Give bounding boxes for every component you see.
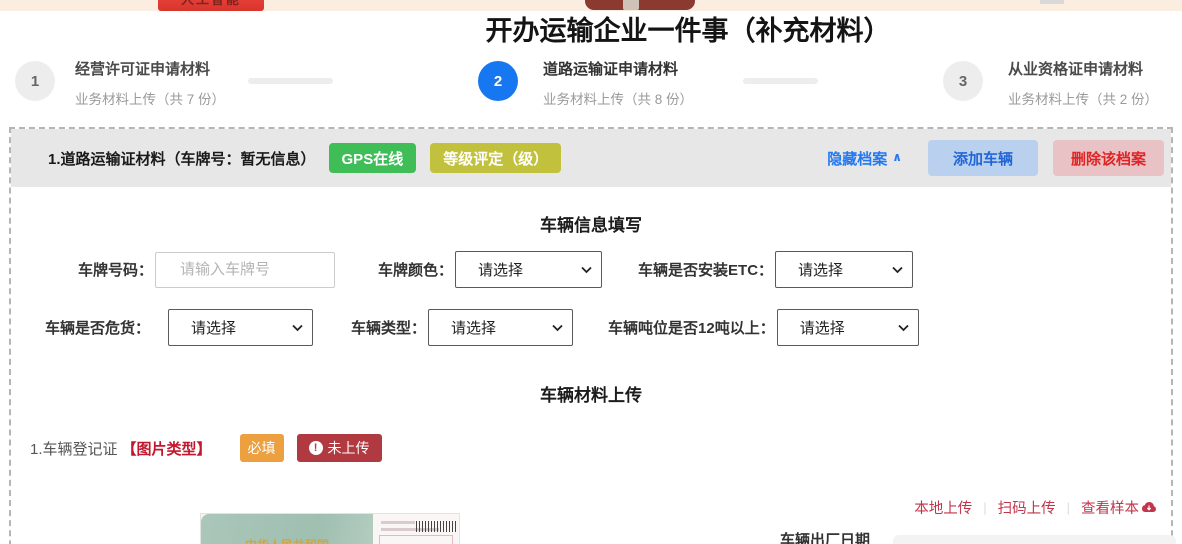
step-1-subtitle: 业务材料上传（共 7 份） <box>75 92 226 107</box>
certificate-cover: 中华人民共和国 <box>201 514 373 544</box>
step-2-subtitle: 业务材料上传（共 8 份） <box>543 92 694 107</box>
step-2[interactable]: 道路运输证申请材料 业务材料上传（共 8 份） <box>543 61 693 108</box>
plate-color-label: 车牌颜色： <box>378 262 454 279</box>
plate-color-select[interactable]: 请选择 <box>455 251 603 288</box>
sample-document-image: 中华人民共和国 <box>200 513 460 544</box>
upload-links: 本地上传 | 扫码上传 | 查看样本 <box>914 497 1157 518</box>
manufacture-date-label: 车辆出厂日期 <box>780 532 871 544</box>
chevron-down-icon <box>552 324 563 331</box>
dangerous-goods-select[interactable]: 请选择 <box>168 309 314 346</box>
material-name: 1.车辆登记证 <box>30 440 118 458</box>
barcode <box>416 521 456 532</box>
vehicle-archive-panel: 1.道路运输证材料（车牌号：暂无信息） GPS在线 等级评定（级） 隐藏档案 ∧… <box>9 127 1176 544</box>
delete-archive-button[interactable]: 删除该档案 <box>1053 140 1164 176</box>
certificate-page <box>373 514 459 544</box>
form-row-1: 车牌号码： 车牌颜色： 请选择 车辆是否安装ETC： 请选择 <box>11 251 914 288</box>
certificate-cover-text: 中华人民共和国 <box>245 536 329 544</box>
over-12-tons-select[interactable]: 请选择 <box>776 309 919 346</box>
chevron-down-icon <box>898 324 909 331</box>
step-connector-2 <box>743 78 818 84</box>
cloud-download-icon <box>1141 501 1157 514</box>
step-2-title: 道路运输证申请材料 <box>543 61 679 78</box>
screen: 人工智能 开办运输企业一件事（补充材料） 1 经营许可证申请材料 业务材料上传（… <box>0 0 1182 544</box>
local-upload-link[interactable]: 本地上传 <box>914 497 972 518</box>
required-badge: 必填 <box>239 434 284 462</box>
certificate-text-line <box>381 521 415 524</box>
material-item-row: 1.车辆登记证 【图片类型】 必填 ! 未上传 <box>30 434 382 462</box>
step-3[interactable]: 从业资格证申请材料 业务材料上传（共 2 份） <box>1008 61 1158 108</box>
plate-color-value: 请选择 <box>478 262 524 279</box>
step-3-subtitle: 业务材料上传（共 2 份） <box>1008 92 1159 107</box>
manufacture-date-input[interactable] <box>893 535 1176 544</box>
vehicle-info-heading: 车辆信息填写 <box>540 216 642 235</box>
materials-heading: 车辆材料上传 <box>540 386 642 405</box>
chevron-down-icon <box>292 324 303 331</box>
status-badge-label: 未上传 <box>327 440 370 456</box>
scan-upload-link[interactable]: 扫码上传 <box>998 497 1056 518</box>
etc-label: 车辆是否安装ETC： <box>638 262 774 279</box>
vehicle-type-select[interactable]: 请选择 <box>428 309 574 346</box>
gps-online-button[interactable]: GPS在线 <box>328 143 417 173</box>
material-type-tag: 【图片类型】 <box>121 440 212 458</box>
dangerous-goods-label: 车辆是否危货： <box>45 320 151 337</box>
step-1-title: 经营许可证申请材料 <box>75 61 211 78</box>
panel-header: 1.道路运输证材料（车牌号：暂无信息） GPS在线 等级评定（级） 隐藏档案 ∧… <box>11 129 1171 187</box>
hide-archive-label: 隐藏档案 <box>827 150 888 168</box>
view-sample-label: 查看样本 <box>1081 501 1139 517</box>
plate-number-input[interactable] <box>155 251 336 288</box>
plate-number-label: 车牌号码： <box>78 262 154 279</box>
status-badge: ! 未上传 <box>296 434 382 462</box>
ai-assistant-button[interactable]: 人工智能 <box>158 0 264 11</box>
archive-title: 1.道路运输证材料（车牌号：暂无信息） <box>48 150 316 168</box>
link-separator: | <box>1066 500 1070 515</box>
top-right-widget <box>1040 0 1064 4</box>
etc-value: 请选择 <box>798 262 844 279</box>
chevron-up-icon: ∧ <box>892 150 902 164</box>
etc-select[interactable]: 请选择 <box>775 251 914 288</box>
hide-archive-link[interactable]: 隐藏档案 ∧ <box>827 148 902 169</box>
vehicle-type-value: 请选择 <box>451 320 497 337</box>
grade-rating-button[interactable]: 等级评定（级） <box>430 143 562 173</box>
over-12-tons-label: 车辆吨位是否12吨以上： <box>608 320 775 337</box>
certificate-field-box <box>379 535 453 544</box>
link-separator: | <box>983 500 987 515</box>
step-2-circle[interactable]: 2 <box>478 61 518 101</box>
page-title: 开办运输企业一件事（补充材料） <box>485 16 891 46</box>
add-vehicle-button[interactable]: 添加车辆 <box>928 140 1038 176</box>
chevron-down-icon <box>581 266 592 273</box>
chevron-down-icon <box>892 266 903 273</box>
over-12-tons-value: 请选择 <box>799 320 845 337</box>
vehicle-type-label: 车辆类型： <box>351 320 427 337</box>
step-connector-1 <box>248 78 333 84</box>
step-3-circle[interactable]: 3 <box>943 61 983 101</box>
exclamation-icon: ! <box>308 441 323 455</box>
step-1-circle[interactable]: 1 <box>15 61 55 101</box>
form-row-2: 车辆是否危货： 请选择 车辆类型： 请选择 车辆吨位是否12吨以上： 请选择 <box>11 309 919 346</box>
step-1[interactable]: 经营许可证申请材料 业务材料上传（共 7 份） <box>75 61 225 108</box>
step-3-title: 从业资格证申请材料 <box>1008 61 1144 78</box>
dangerous-goods-value: 请选择 <box>191 320 237 337</box>
view-sample-link[interactable]: 查看样本 <box>1081 497 1157 518</box>
